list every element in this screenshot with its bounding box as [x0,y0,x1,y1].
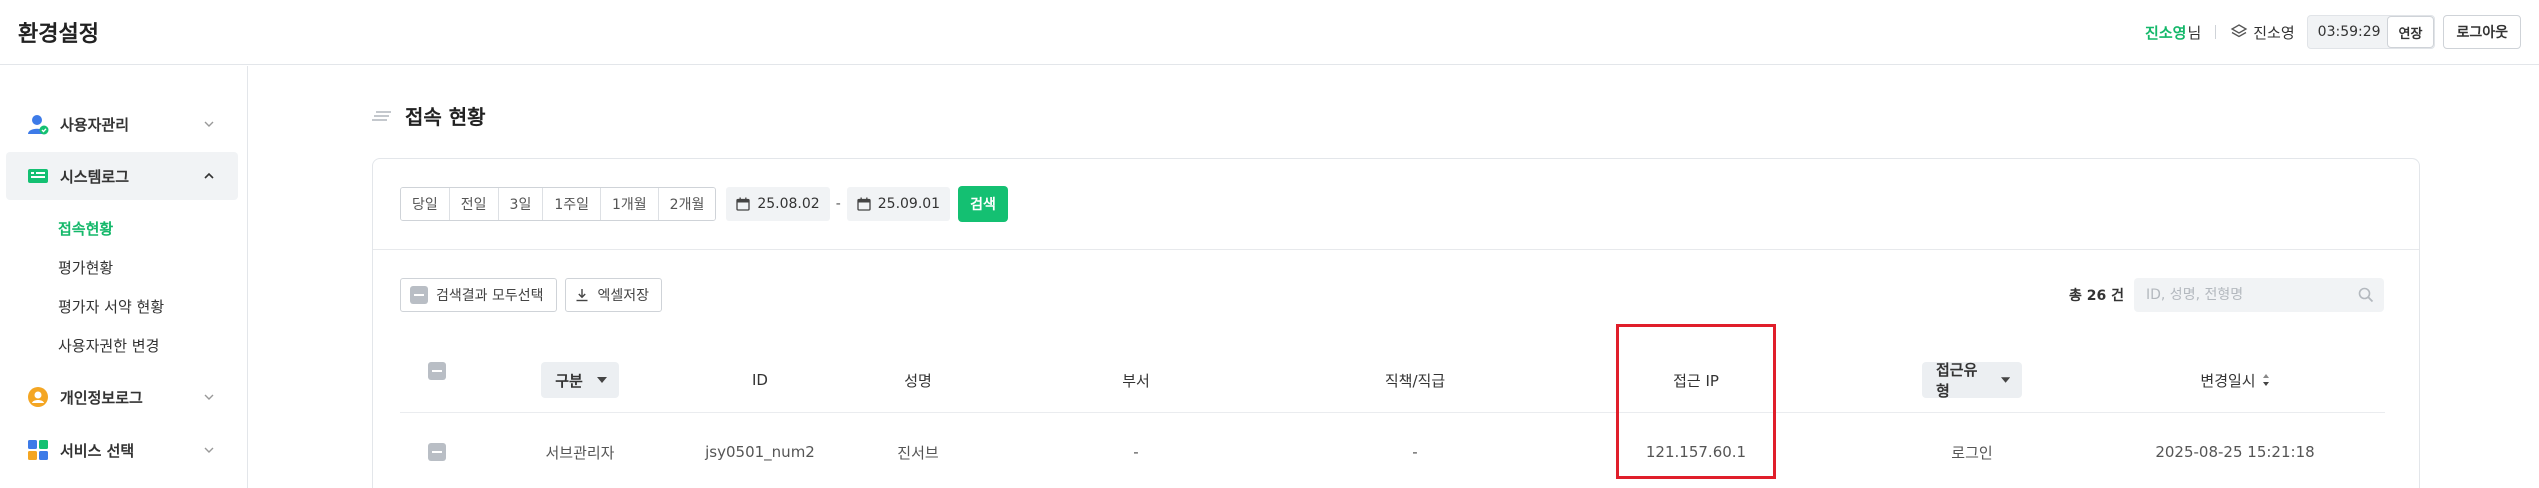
period-2months-button[interactable]: 2개월 [658,188,716,220]
download-icon [576,289,587,302]
grid-icon [28,440,48,460]
sidebar-item-user-management[interactable]: 사용자관리 [6,100,238,148]
column-changed-at-header[interactable]: 변경일시 [2150,362,2320,398]
column-access-type-header[interactable]: 접근유형 [1922,361,2022,400]
period-1week-button[interactable]: 1주일 [543,188,601,220]
logout-button[interactable]: 로그아웃 [2443,15,2521,49]
sidebar-subitem-evaluation-status[interactable]: 평가현황 [58,257,113,278]
chevron-down-icon [204,121,214,127]
sidebar-subitem-pledge-status[interactable]: 평가자 서약 현황 [58,296,164,317]
sort-icon [2262,374,2269,386]
date-from-value: 25.08.02 [757,196,820,212]
period-button-group: 당일 전일 3일 1주일 1개월 2개월 [400,187,717,221]
cell-dept: - [1133,443,1139,461]
period-today-button[interactable]: 당일 [401,188,450,220]
excel-export-label: 엑셀저장 [597,288,650,304]
search-icon[interactable] [2358,287,2374,303]
session-timer-box: 03:59:29 연장 [2306,15,2436,49]
count-and-search: 총 26 건 [2069,278,2384,312]
column-access-type-dropdown[interactable]: 접근유형 [1922,361,2022,400]
sidebar-item-label: 사용자관리 [60,115,130,134]
column-name-header: 성명 [904,371,932,390]
section-divider [373,249,2419,250]
column-id-header: ID [752,371,768,389]
session-timer: 03:59:29 [2317,24,2381,40]
column-changed-at-label: 변경일시 [2200,371,2256,390]
tool-row: 검색결과 모두선택 엑셀저장 [400,278,663,312]
period-yesterday-button[interactable]: 전일 [449,188,499,220]
cell-access-type: 로그인 [1951,443,1993,462]
sidebar: 사용자관리 시스템로그 접속현황 평가현황 평가자 서약 현황 사용자권한 변경… [0,66,248,488]
column-type-header[interactable]: 구분 [528,362,632,398]
user-icon [28,115,49,135]
chevron-down-icon [204,447,214,453]
filter-row: 당일 전일 3일 1주일 1개월 2개월 25.08.02 - 25.09.01… [400,186,1008,222]
column-type-label: 구분 [555,371,583,390]
sidebar-item-privacy-log[interactable]: 개인정보로그 [6,373,238,421]
cell-id: jsy0501_num2 [705,443,815,461]
period-3days-button[interactable]: 3일 [498,188,544,220]
period-1month-button[interactable]: 1개월 [601,188,659,220]
select-all-label: 검색결과 모두선택 [436,288,544,304]
sidebar-subitem-access-status[interactable]: 접속현황 [58,218,113,239]
table-row-divider [400,412,2385,413]
header-user-area: 진소영 님 진소영 03:59:29 연장 로그아웃 [2145,14,2521,50]
sidebar-item-service-select[interactable]: 서비스 선택 [6,426,238,474]
select-all-results-button[interactable]: 검색결과 모두선택 [400,278,557,312]
ip-column-highlight [1616,324,1776,479]
column-dept-header: 부서 [1122,371,1150,390]
search-button[interactable]: 검색 [958,186,1008,222]
keyword-search-input[interactable] [2134,278,2384,312]
calendar-icon [736,197,750,211]
layers-icon [2230,24,2248,38]
header-divider [2215,25,2217,39]
date-to-value: 25.09.01 [877,196,941,212]
checkbox-indeterminate-icon [410,286,428,304]
list-lines-icon [372,111,391,121]
user-suffix: 님 [2187,23,2202,42]
column-type-dropdown[interactable]: 구분 [541,362,619,398]
total-count: 총 26 건 [2069,288,2124,304]
caret-down-icon [2000,377,2010,383]
cell-name: 진서브 [897,443,939,462]
app-title: 환경설정 [18,22,99,47]
org-name: 진소영 [2253,23,2295,42]
date-separator: - [835,196,841,212]
row-checkbox[interactable] [428,443,446,461]
page-title: 접속 현황 [405,105,486,129]
sidebar-item-label: 개인정보로그 [60,388,143,407]
header-select-all-checkbox[interactable] [428,362,446,380]
date-to-field[interactable]: 25.09.01 [846,187,951,221]
extend-session-button[interactable]: 연장 [2386,16,2435,48]
cell-type: 서브관리자 [545,443,615,462]
user-name: 진소영 [2145,23,2187,42]
chevron-up-icon [204,172,214,179]
chevron-down-icon [204,394,214,400]
sidebar-item-label: 서비스 선택 [60,441,135,460]
sidebar-item-label: 시스템로그 [60,167,130,186]
cell-position: - [1412,443,1418,461]
top-header: 환경설정 진소영 님 진소영 03:59:29 연장 로그아웃 [0,0,2539,65]
column-access-type-label: 접근유형 [1936,361,1978,400]
sidebar-item-system-log[interactable]: 시스템로그 [6,152,238,200]
date-from-field[interactable]: 25.08.02 [726,187,830,221]
calendar-icon [857,197,871,211]
system-log-icon [28,169,48,183]
keyword-search-box [2134,278,2384,312]
cell-changed-at: 2025-08-25 15:21:18 [2155,443,2315,461]
caret-down-icon [596,377,607,383]
excel-export-button[interactable]: 엑셀저장 [564,278,663,312]
sidebar-subitem-permission-change[interactable]: 사용자권한 변경 [58,335,159,356]
column-position-header: 직책/직급 [1384,371,1446,390]
privacy-log-icon [28,387,48,407]
